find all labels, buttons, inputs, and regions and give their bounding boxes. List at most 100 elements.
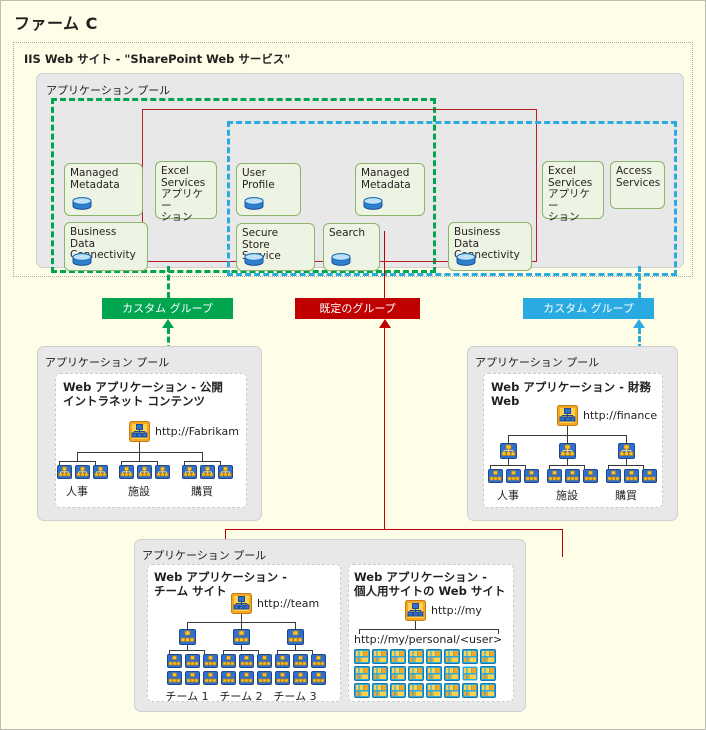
personal-site-icon[interactable] [354,649,370,664]
personal-site-icon[interactable] [390,666,406,681]
personal-site-icon[interactable] [444,649,460,664]
personal-site-icon[interactable] [354,666,370,681]
personal-site-icon[interactable] [462,666,478,681]
sub-site-icon[interactable] [93,465,108,479]
sub-site-icon[interactable] [547,469,562,483]
site-label: 購買 [615,489,637,502]
service-managed-metadata-2[interactable]: Managed Metadata [355,163,425,216]
site-label: 施設 [556,489,578,502]
personal-site-icon[interactable] [444,683,460,698]
service-business-data-connectivity-2[interactable]: Business Data Connectivity [448,222,532,271]
personal-site-icon[interactable] [480,683,496,698]
sub-site-icon[interactable] [155,465,170,479]
sub-site-icon[interactable] [506,469,521,483]
sub-site-icon[interactable] [239,671,254,685]
connector-blue-arrowhead [633,319,645,328]
sub-site-icon[interactable] [233,629,250,645]
sub-site-icon[interactable] [293,671,308,685]
service-excel-services-2[interactable]: Excel Services アプリケー ション [542,161,604,223]
sub-site-icon[interactable] [257,671,272,685]
personal-site-icon[interactable] [426,649,442,664]
personal-site-icon[interactable] [426,683,442,698]
sub-site-icon[interactable] [500,443,517,459]
service-user-profile[interactable]: User Profile [236,163,301,216]
personal-site-icon[interactable] [480,649,496,664]
sub-site-icon[interactable] [203,671,218,685]
service-label: Managed Metadata [70,167,120,191]
app-pool-public-label: アプリケーション プール [45,356,170,369]
sub-site-icon[interactable] [218,465,233,479]
service-search[interactable]: Search [323,223,380,271]
personal-site-icon[interactable] [390,683,406,698]
personal-site-icon[interactable] [372,683,388,698]
sub-site-icon[interactable] [311,654,326,668]
sub-site-icon[interactable] [221,654,236,668]
sub-site-icon[interactable] [606,469,621,483]
personal-site-icon[interactable] [462,649,478,664]
sub-site-icon[interactable] [137,465,152,479]
sub-site-icon[interactable] [167,671,182,685]
sub-site-icon[interactable] [275,654,290,668]
personal-site-icon[interactable] [354,683,370,698]
sub-site-icon[interactable] [311,671,326,685]
tree-bracket [223,650,259,651]
sub-site-icon[interactable] [488,469,503,483]
service-label: User Profile [242,167,275,191]
personal-site-icon[interactable] [426,666,442,681]
service-access-services[interactable]: Access Services [610,161,665,209]
sub-site-icon[interactable] [642,469,657,483]
service-label: Search [329,227,366,239]
sub-site-icon[interactable] [221,671,236,685]
sub-site-icon[interactable] [167,654,182,668]
sub-site-icon[interactable] [275,671,290,685]
sub-site-icon[interactable] [565,469,580,483]
sub-site-icon[interactable] [524,469,539,483]
site-collection-icon[interactable] [405,600,426,621]
sub-site-icon[interactable] [57,465,72,479]
tree-line [241,622,242,629]
tree-bracket [277,650,313,651]
personal-site-icon[interactable] [444,666,460,681]
sub-site-icon[interactable] [185,671,200,685]
tree-line [139,442,140,452]
sub-site-icon[interactable] [618,443,635,459]
web-application-finance-title: Web アプリケーション - 財務 Web [491,380,651,408]
service-business-data-connectivity-1[interactable]: Business Data Connectivity [64,222,148,271]
personal-site-icon[interactable] [408,649,424,664]
service-excel-services-1[interactable]: Excel Services アプリケー ション [155,161,217,223]
sub-site-icon[interactable] [257,654,272,668]
sub-site-icon[interactable] [182,465,197,479]
tree-bracket [359,629,499,630]
database-icon [72,197,92,210]
tree-line [77,452,78,461]
personal-site-icon[interactable] [372,649,388,664]
sub-site-icon[interactable] [75,465,90,479]
tree-line [241,614,242,622]
personal-site-icon[interactable] [480,666,496,681]
connector-blue-upper [638,266,641,298]
personal-site-icon[interactable] [390,649,406,664]
sub-site-icon[interactable] [179,629,196,645]
tree-line [567,426,568,435]
sub-site-icon[interactable] [203,654,218,668]
site-collection-icon[interactable] [129,421,150,442]
personal-site-icon[interactable] [408,666,424,681]
sub-site-icon[interactable] [287,629,304,645]
personal-site-icon[interactable] [372,666,388,681]
service-secure-store[interactable]: Secure Store Service [236,223,315,271]
sub-site-icon[interactable] [200,465,215,479]
database-icon [244,253,264,266]
personal-site-icon[interactable] [462,683,478,698]
sub-site-icon[interactable] [239,654,254,668]
sub-site-icon[interactable] [119,465,134,479]
sub-site-icon[interactable] [624,469,639,483]
sub-site-icon[interactable] [185,654,200,668]
site-collection-icon[interactable] [557,405,578,426]
personal-site-icon[interactable] [408,683,424,698]
sub-site-icon[interactable] [583,469,598,483]
sub-site-icon[interactable] [293,654,308,668]
site-collection-icon[interactable] [231,593,252,614]
tree-bracket [184,461,221,462]
sub-site-icon[interactable] [559,443,576,459]
service-managed-metadata-1[interactable]: Managed Metadata [64,163,143,216]
